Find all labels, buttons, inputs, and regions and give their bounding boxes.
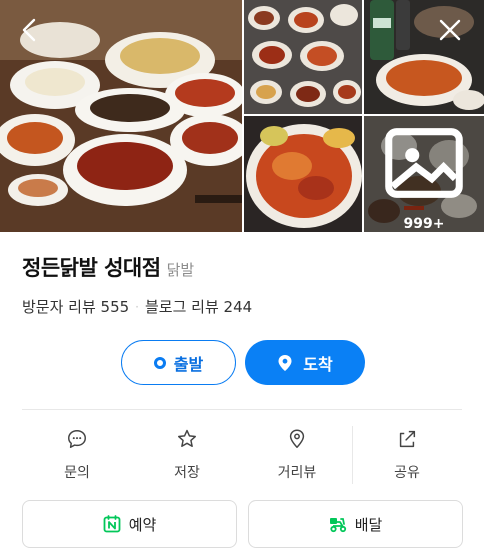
chevron-left-icon [22, 18, 36, 42]
save-label: 저장 [174, 465, 200, 481]
location-pin-icon [278, 354, 292, 371]
chat-bubble-icon [68, 430, 86, 448]
place-name[interactable]: 정든닭발 성대점 [22, 252, 161, 282]
street-view-label: 거리뷰 [277, 465, 317, 481]
section-divider [22, 409, 462, 410]
depart-button[interactable]: 출발 [121, 340, 236, 385]
blog-review-link[interactable]: 블로그 리뷰 244 [145, 296, 252, 317]
share-label: 공유 [394, 465, 420, 481]
place-title-row: 정든닭발 성대점 닭발 [22, 252, 194, 282]
place-category: 닭발 [166, 261, 195, 279]
close-icon [439, 19, 461, 41]
back-button[interactable] [10, 10, 50, 50]
gallery-photo-more[interactable]: 999+ [364, 116, 484, 232]
arrive-label: 도착 [303, 354, 333, 374]
close-button[interactable] [430, 10, 470, 50]
review-summary: 방문자 리뷰 555 · 블로그 리뷰 244 [22, 296, 252, 317]
share-icon [399, 430, 416, 448]
action-bar: 문의 저장 거리뷰 공유 [22, 422, 462, 488]
naver-booking-icon [103, 515, 121, 533]
save-action[interactable]: 저장 [132, 422, 242, 488]
route-buttons: 출발 도착 [121, 340, 365, 385]
image-icon [385, 128, 463, 198]
gallery-photo-chicken-feet[interactable] [244, 116, 362, 232]
star-icon [178, 429, 196, 447]
delivery-button[interactable]: 배달 [248, 500, 463, 548]
reserve-button[interactable]: 예약 [22, 500, 237, 548]
gallery-photo-table[interactable] [244, 0, 362, 114]
share-action[interactable]: 공유 [352, 422, 462, 488]
action-separator [352, 426, 353, 484]
review-separator: · [135, 299, 139, 314]
more-photos-overlay[interactable]: 999+ [364, 116, 484, 232]
inquiry-action[interactable]: 문의 [22, 422, 132, 488]
depart-label: 출발 [173, 354, 204, 374]
delivery-scooter-icon [329, 518, 346, 533]
origin-dot-icon [153, 356, 166, 369]
street-view-action[interactable]: 거리뷰 [242, 422, 352, 488]
delivery-label: 배달 [354, 515, 383, 534]
arrive-button[interactable]: 도착 [245, 340, 365, 385]
service-buttons: 예약 배달 [22, 500, 463, 548]
visitor-review-link[interactable]: 방문자 리뷰 555 [22, 296, 129, 317]
inquiry-label: 문의 [64, 465, 90, 481]
map-pin-icon [289, 429, 305, 448]
more-photos-count: 999+ [403, 216, 445, 232]
reserve-label: 예약 [128, 515, 157, 534]
photo-gallery: 999+ [0, 0, 484, 232]
